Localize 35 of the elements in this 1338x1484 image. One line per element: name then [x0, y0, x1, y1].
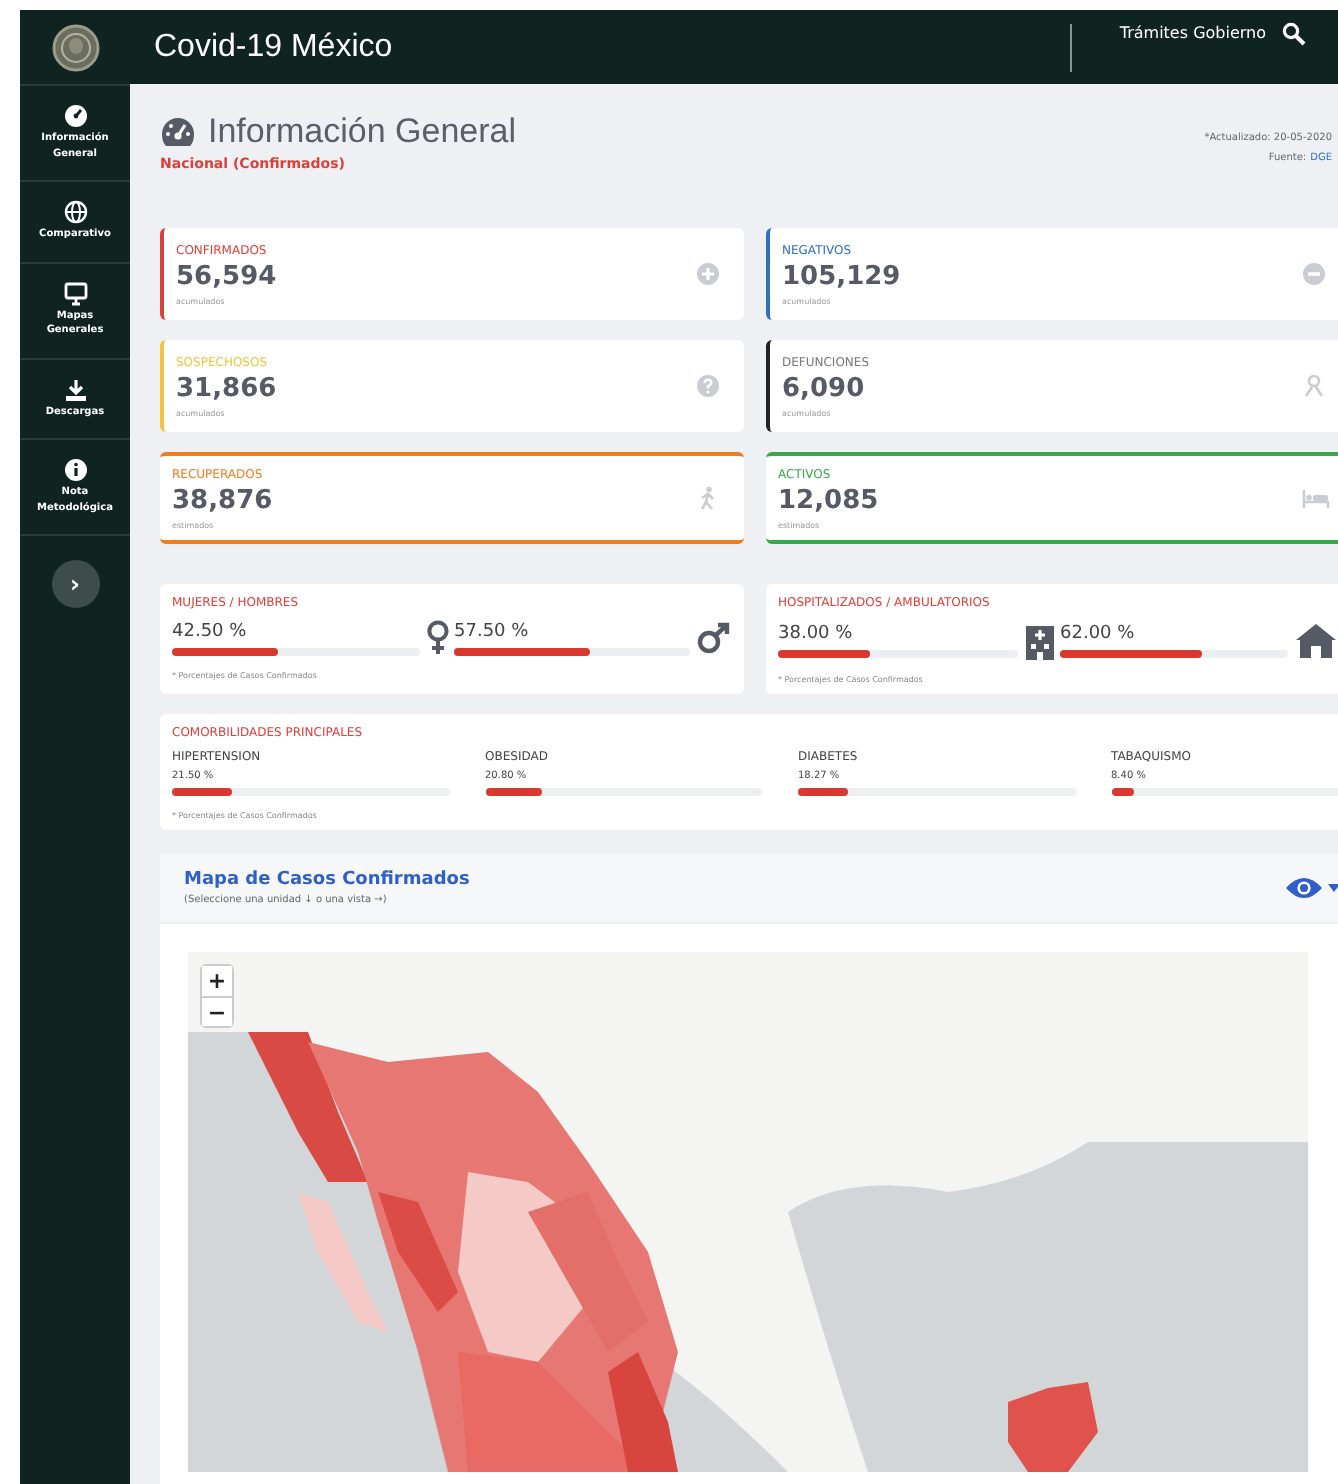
- stat-value: 12,085: [778, 485, 879, 515]
- expand-sidebar-button[interactable]: ›: [51, 560, 99, 608]
- stat-value: 56,594: [176, 261, 277, 291]
- info-icon: [63, 458, 87, 482]
- stat-value: 31,866: [176, 373, 277, 403]
- hospital-building-icon: [1024, 620, 1056, 660]
- header-link[interactable]: Trámites Gobierno: [1119, 24, 1266, 42]
- bed-icon: [1302, 486, 1330, 510]
- percentage-reading: 57.50 %: [454, 621, 531, 641]
- page-title: Información General: [208, 112, 517, 152]
- download-icon: [63, 377, 87, 401]
- monitor-icon: [63, 281, 87, 305]
- zoom-out-button[interactable]: −: [202, 996, 232, 1026]
- view-dropdown-button[interactable]: [1284, 876, 1338, 900]
- globe-icon: [63, 200, 87, 224]
- stat-value: 38,876: [172, 485, 273, 515]
- stat-value: 105,129: [782, 261, 901, 291]
- search-icon: [1282, 21, 1306, 45]
- caret-icon: [1328, 884, 1338, 892]
- female-symbol-icon: [426, 620, 450, 656]
- plus-circle-icon: [696, 262, 724, 286]
- percentage-reading: 62.00 %: [1060, 623, 1137, 643]
- seal-emblem-icon: [51, 23, 99, 71]
- map-title: Mapa de Casos Confirmados: [184, 870, 470, 890]
- eye-icon: [1284, 876, 1324, 900]
- house-icon: [1294, 622, 1338, 658]
- minus-circle-icon: [1302, 262, 1330, 286]
- speedometer-icon: [160, 116, 196, 148]
- percentage-reading: 42.50 %: [172, 621, 249, 641]
- site-title: Covid-19 México: [154, 29, 393, 65]
- stat-value: 6,090: [782, 373, 867, 403]
- question-circle-icon: [696, 374, 724, 398]
- gauge-icon: [63, 104, 87, 128]
- male-symbol-icon: [696, 622, 732, 654]
- percentage-reading: 38.00 %: [778, 623, 855, 643]
